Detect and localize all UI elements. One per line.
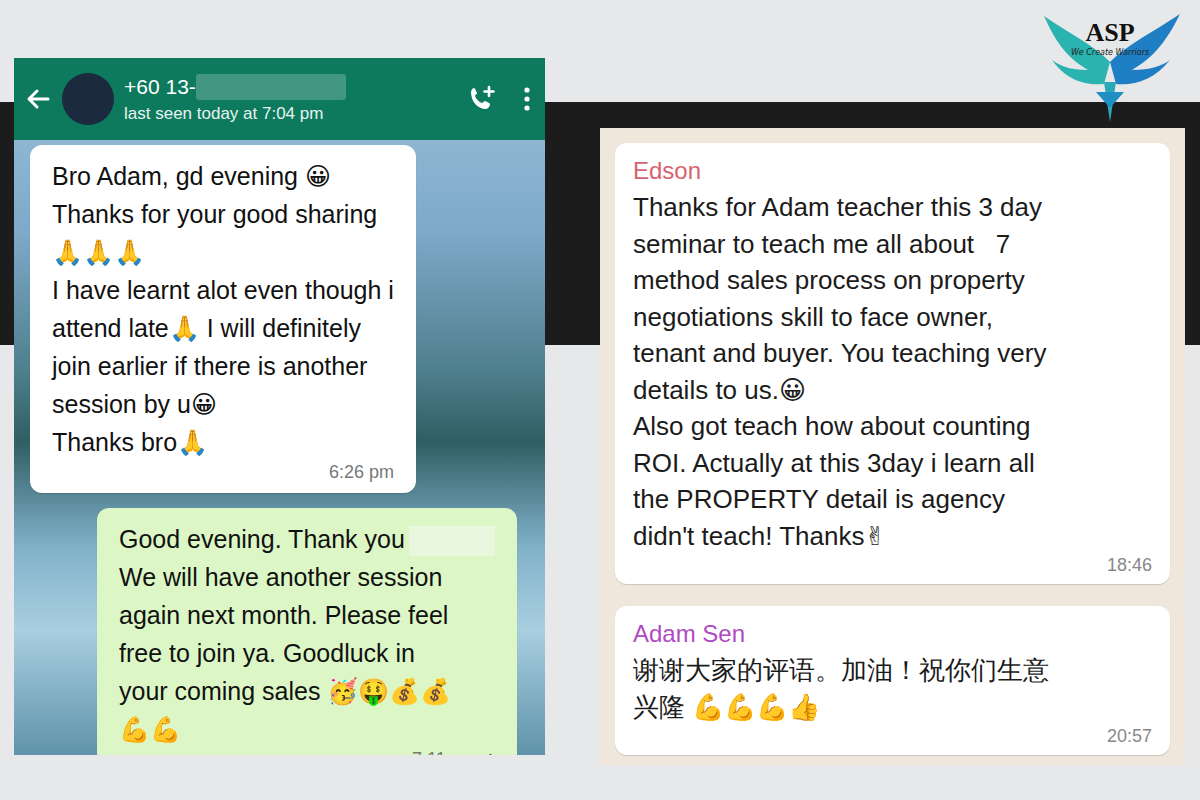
message-line: your coming sales 🥳🤑💰💰 — [119, 672, 495, 710]
message-text: session by u😀 — [52, 390, 217, 418]
whatsapp-screenshot: +60 13- last seen today at 7:04 pm Bro Ada… — [14, 58, 545, 755]
message-line: Thanks for Adam teacher this 3 day — [633, 189, 1152, 226]
chat-bubble: EdsonThanks for Adam teacher this 3 days… — [615, 143, 1170, 584]
message-line: again next month. Please feel — [119, 596, 495, 634]
sender-name: Edson — [633, 153, 1152, 189]
message-line: the PROPERTY detail is agency — [633, 481, 1152, 518]
message-time: 6:26 pm — [329, 461, 394, 483]
message-text: 🙏🙏🙏 — [52, 238, 145, 266]
message-text: free to join ya. Goodluck in — [119, 639, 415, 667]
message-line: We will have another session — [119, 558, 495, 596]
menu-dots-icon[interactable] — [523, 85, 531, 113]
contact-phone: +60 13- — [124, 75, 196, 99]
message-text: Bro Adam, gd evening 😀 — [52, 162, 331, 190]
message-meta: 6:26 pm — [52, 461, 394, 483]
message-text: 💪💪 — [119, 715, 181, 743]
message-text: Good evening. Thank you — [119, 525, 405, 553]
asp-logo: ASPWe Create Warriors — [1030, 4, 1190, 126]
logo-text: ASP — [1030, 18, 1190, 48]
redacted-phone — [196, 74, 346, 100]
message-text: 谢谢大家的评语。加油！祝你们生意兴隆 💪💪💪👍 — [633, 652, 1152, 725]
group-chat-screenshot: EdsonThanks for Adam teacher this 3 days… — [600, 128, 1185, 765]
message-line: join earlier if there is another — [52, 347, 394, 385]
message-line: 🙏🙏🙏 — [52, 233, 394, 271]
last-seen-status: last seen today at 7:04 pm — [124, 104, 457, 124]
message-line: ROI. Actually at this 3day i learn all — [633, 445, 1152, 482]
message-time: 18:46 — [633, 554, 1152, 576]
redacted-name — [409, 526, 495, 556]
message-line: attend late🙏 I will definitely — [52, 309, 394, 347]
message-line: didn't teach! Thanks✌ — [633, 518, 1152, 555]
contact-avatar[interactable] — [62, 73, 114, 125]
add-call-icon[interactable] — [467, 84, 497, 114]
message-line: Thanks bro🙏 — [52, 423, 394, 461]
message-line: negotiations skill to face owner, — [633, 299, 1152, 336]
message-line: 谢谢大家的评语。加油！祝你们生意 — [633, 652, 1152, 689]
message-text: join earlier if there is another — [52, 352, 367, 380]
message-text: attend late🙏 I will definitely — [52, 314, 361, 342]
message-line: Thanks for your good sharing — [52, 195, 394, 233]
message-text: Thanks for your good sharing — [52, 200, 377, 228]
message-time: 20:57 — [633, 725, 1152, 747]
chat-body: Bro Adam, gd evening 😀 Thanks for your go… — [14, 140, 545, 755]
message-text: your coming sales 🥳🤑💰💰 — [119, 677, 451, 705]
chat-bubble: Good evening. Thank you We will have anot… — [97, 508, 517, 755]
message-line: method sales process on property — [633, 262, 1152, 299]
chat-bubble: Adam Sen谢谢大家的评语。加油！祝你们生意兴隆 💪💪💪👍20:57 — [615, 606, 1170, 755]
message-line: 兴隆 💪💪💪👍 — [633, 689, 1152, 726]
chat-header: +60 13- last seen today at 7:04 pm — [14, 58, 545, 140]
message-text: Thanks for Adam teacher this 3 daysemina… — [633, 189, 1152, 554]
message-text: We will have another session — [119, 563, 442, 591]
read-tick: ✓ — [480, 748, 495, 755]
message-line: 💪💪 — [119, 710, 495, 748]
chat-bubble: Bro Adam, gd evening 😀 Thanks for your go… — [30, 145, 416, 493]
back-arrow-icon[interactable] — [24, 85, 52, 113]
message-line: details to us.😀 — [633, 372, 1152, 409]
message-line: session by u😀 — [52, 385, 394, 423]
message-text: Thanks bro🙏 — [52, 428, 208, 456]
message-line: free to join ya. Goodluck in — [119, 634, 495, 672]
logo-tagline: We Create Warriors — [1030, 48, 1190, 57]
message-line: I have learnt alot even though i — [52, 271, 394, 309]
message-time: 7:11 pm — [412, 748, 476, 755]
message-line: Good evening. Thank you — [119, 520, 495, 558]
message-text: again next month. Please feel — [119, 601, 448, 629]
sender-name: Adam Sen — [633, 616, 1152, 652]
message-meta: 7:11 pm ✓ — [119, 748, 495, 755]
message-line: tenant and buyer. You teaching very — [633, 335, 1152, 372]
message-line: Also got teach how about counting — [633, 408, 1152, 445]
message-text: I have learnt alot even though i — [52, 276, 394, 304]
header-icons — [467, 84, 531, 114]
message-line: Bro Adam, gd evening 😀 — [52, 157, 394, 195]
contact-info[interactable]: +60 13- last seen today at 7:04 pm — [124, 74, 457, 124]
message-line: seminar to teach me all about 7 — [633, 226, 1152, 263]
phone-row: +60 13- — [124, 74, 457, 100]
